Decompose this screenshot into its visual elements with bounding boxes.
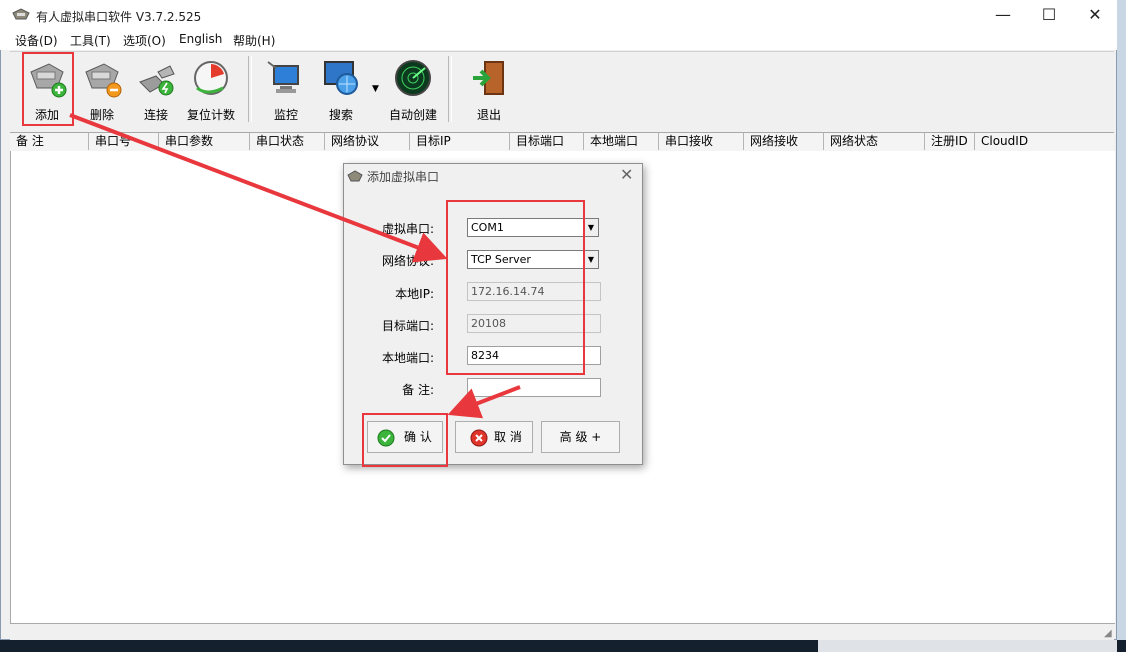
reset-count-button[interactable]: 复位计数 bbox=[184, 54, 238, 124]
chevron-down-icon: ▼ bbox=[583, 219, 598, 236]
menu-options[interactable]: 选项(O) bbox=[123, 32, 166, 49]
app-icon bbox=[12, 8, 30, 20]
column-header-net-rx[interactable]: 网络接收 bbox=[744, 133, 824, 150]
column-header-port-status[interactable]: 串口状态 bbox=[250, 133, 325, 150]
delete-serial-icon bbox=[85, 63, 122, 98]
column-header-target-ip[interactable]: 目标IP bbox=[410, 133, 510, 150]
monitor-label: 监控 bbox=[273, 108, 298, 122]
cancel-button[interactable]: 取 消 bbox=[455, 421, 533, 453]
menu-help[interactable]: 帮助(H) bbox=[233, 32, 275, 49]
advanced-button[interactable]: 高 级 + bbox=[541, 421, 620, 453]
delete-button[interactable]: 删除 bbox=[76, 54, 128, 124]
column-header-net-status[interactable]: 网络状态 bbox=[824, 133, 925, 150]
minimize-button[interactable]: — bbox=[980, 0, 1026, 30]
monitor-icon bbox=[267, 61, 299, 93]
column-header-serial-rx[interactable]: 串口接收 bbox=[659, 133, 744, 150]
menu-english[interactable]: English bbox=[179, 32, 222, 46]
target-port-label: 目标端口: bbox=[381, 319, 434, 333]
toolbar-separator bbox=[448, 56, 452, 122]
monitor-button[interactable]: 监控 bbox=[260, 54, 312, 124]
column-header-port-params[interactable]: 串口参数 bbox=[159, 133, 250, 150]
column-header-cloud-id[interactable]: CloudID bbox=[975, 133, 1114, 150]
delete-label: 删除 bbox=[89, 108, 114, 122]
remark-field[interactable] bbox=[467, 378, 601, 397]
search-network-icon bbox=[324, 61, 358, 95]
search-dropdown-arrow-icon[interactable]: ▼ bbox=[372, 84, 379, 94]
taskbar-strip bbox=[0, 640, 1126, 652]
column-header-target-port[interactable]: 目标端口 bbox=[510, 133, 584, 150]
dialog-app-icon bbox=[347, 170, 363, 182]
column-header-register-id[interactable]: 注册ID bbox=[925, 133, 975, 150]
annotation-box-ok bbox=[362, 413, 448, 467]
toolbar-separator bbox=[248, 56, 252, 122]
close-button[interactable]: ✕ bbox=[1072, 0, 1118, 30]
dialog-close-button[interactable]: ✕ bbox=[620, 165, 633, 184]
timer-reset-icon bbox=[194, 61, 228, 95]
desktop-background-right bbox=[1117, 0, 1126, 652]
plug-icon bbox=[139, 65, 175, 96]
annotation-box-add bbox=[22, 52, 74, 126]
dialog-title: 添加虚拟串口 bbox=[367, 170, 440, 184]
status-bar bbox=[10, 626, 1114, 640]
cancel-label: 取 消 bbox=[494, 430, 522, 444]
local-ip-label: 本地IP: bbox=[395, 287, 434, 301]
protocol-label: 网络协议: bbox=[381, 254, 434, 268]
annotation-box-fields bbox=[446, 200, 585, 375]
exit-button[interactable]: 退出 bbox=[462, 54, 516, 124]
window-title: 有人虚拟串口软件 V3.7.2.525 bbox=[36, 10, 202, 24]
resize-grip-icon[interactable]: ◢ bbox=[1104, 628, 1112, 639]
virtual-port-label: 虚拟串口: bbox=[381, 222, 434, 236]
auto-create-label: 自动创建 bbox=[388, 108, 437, 122]
column-header-local-port[interactable]: 本地端口 bbox=[584, 133, 659, 150]
reset-count-label: 复位计数 bbox=[186, 108, 235, 122]
remark-label: 备 注: bbox=[402, 383, 434, 397]
chevron-down-icon: ▼ bbox=[583, 251, 598, 268]
menu-tools[interactable]: 工具(T) bbox=[70, 32, 111, 49]
menu-device[interactable]: 设备(D) bbox=[15, 32, 58, 49]
column-header-port[interactable]: 串口号 bbox=[89, 133, 159, 150]
exit-label: 退出 bbox=[476, 108, 501, 122]
cancel-icon bbox=[470, 429, 488, 447]
column-header-remark[interactable]: 备 注 bbox=[10, 133, 89, 150]
radar-icon bbox=[395, 60, 431, 96]
search-button[interactable]: 搜索 bbox=[314, 54, 368, 124]
search-label: 搜索 bbox=[328, 108, 353, 122]
exit-door-icon bbox=[473, 61, 504, 95]
column-header-protocol[interactable]: 网络协议 bbox=[325, 133, 410, 150]
connect-button[interactable]: 连接 bbox=[130, 54, 182, 124]
maximize-button[interactable]: ☐ bbox=[1026, 0, 1072, 30]
auto-create-button[interactable]: 自动创建 bbox=[386, 54, 440, 124]
menu-bar bbox=[0, 30, 1117, 50]
local-port-label: 本地端口: bbox=[381, 351, 434, 365]
connect-label: 连接 bbox=[143, 108, 168, 122]
